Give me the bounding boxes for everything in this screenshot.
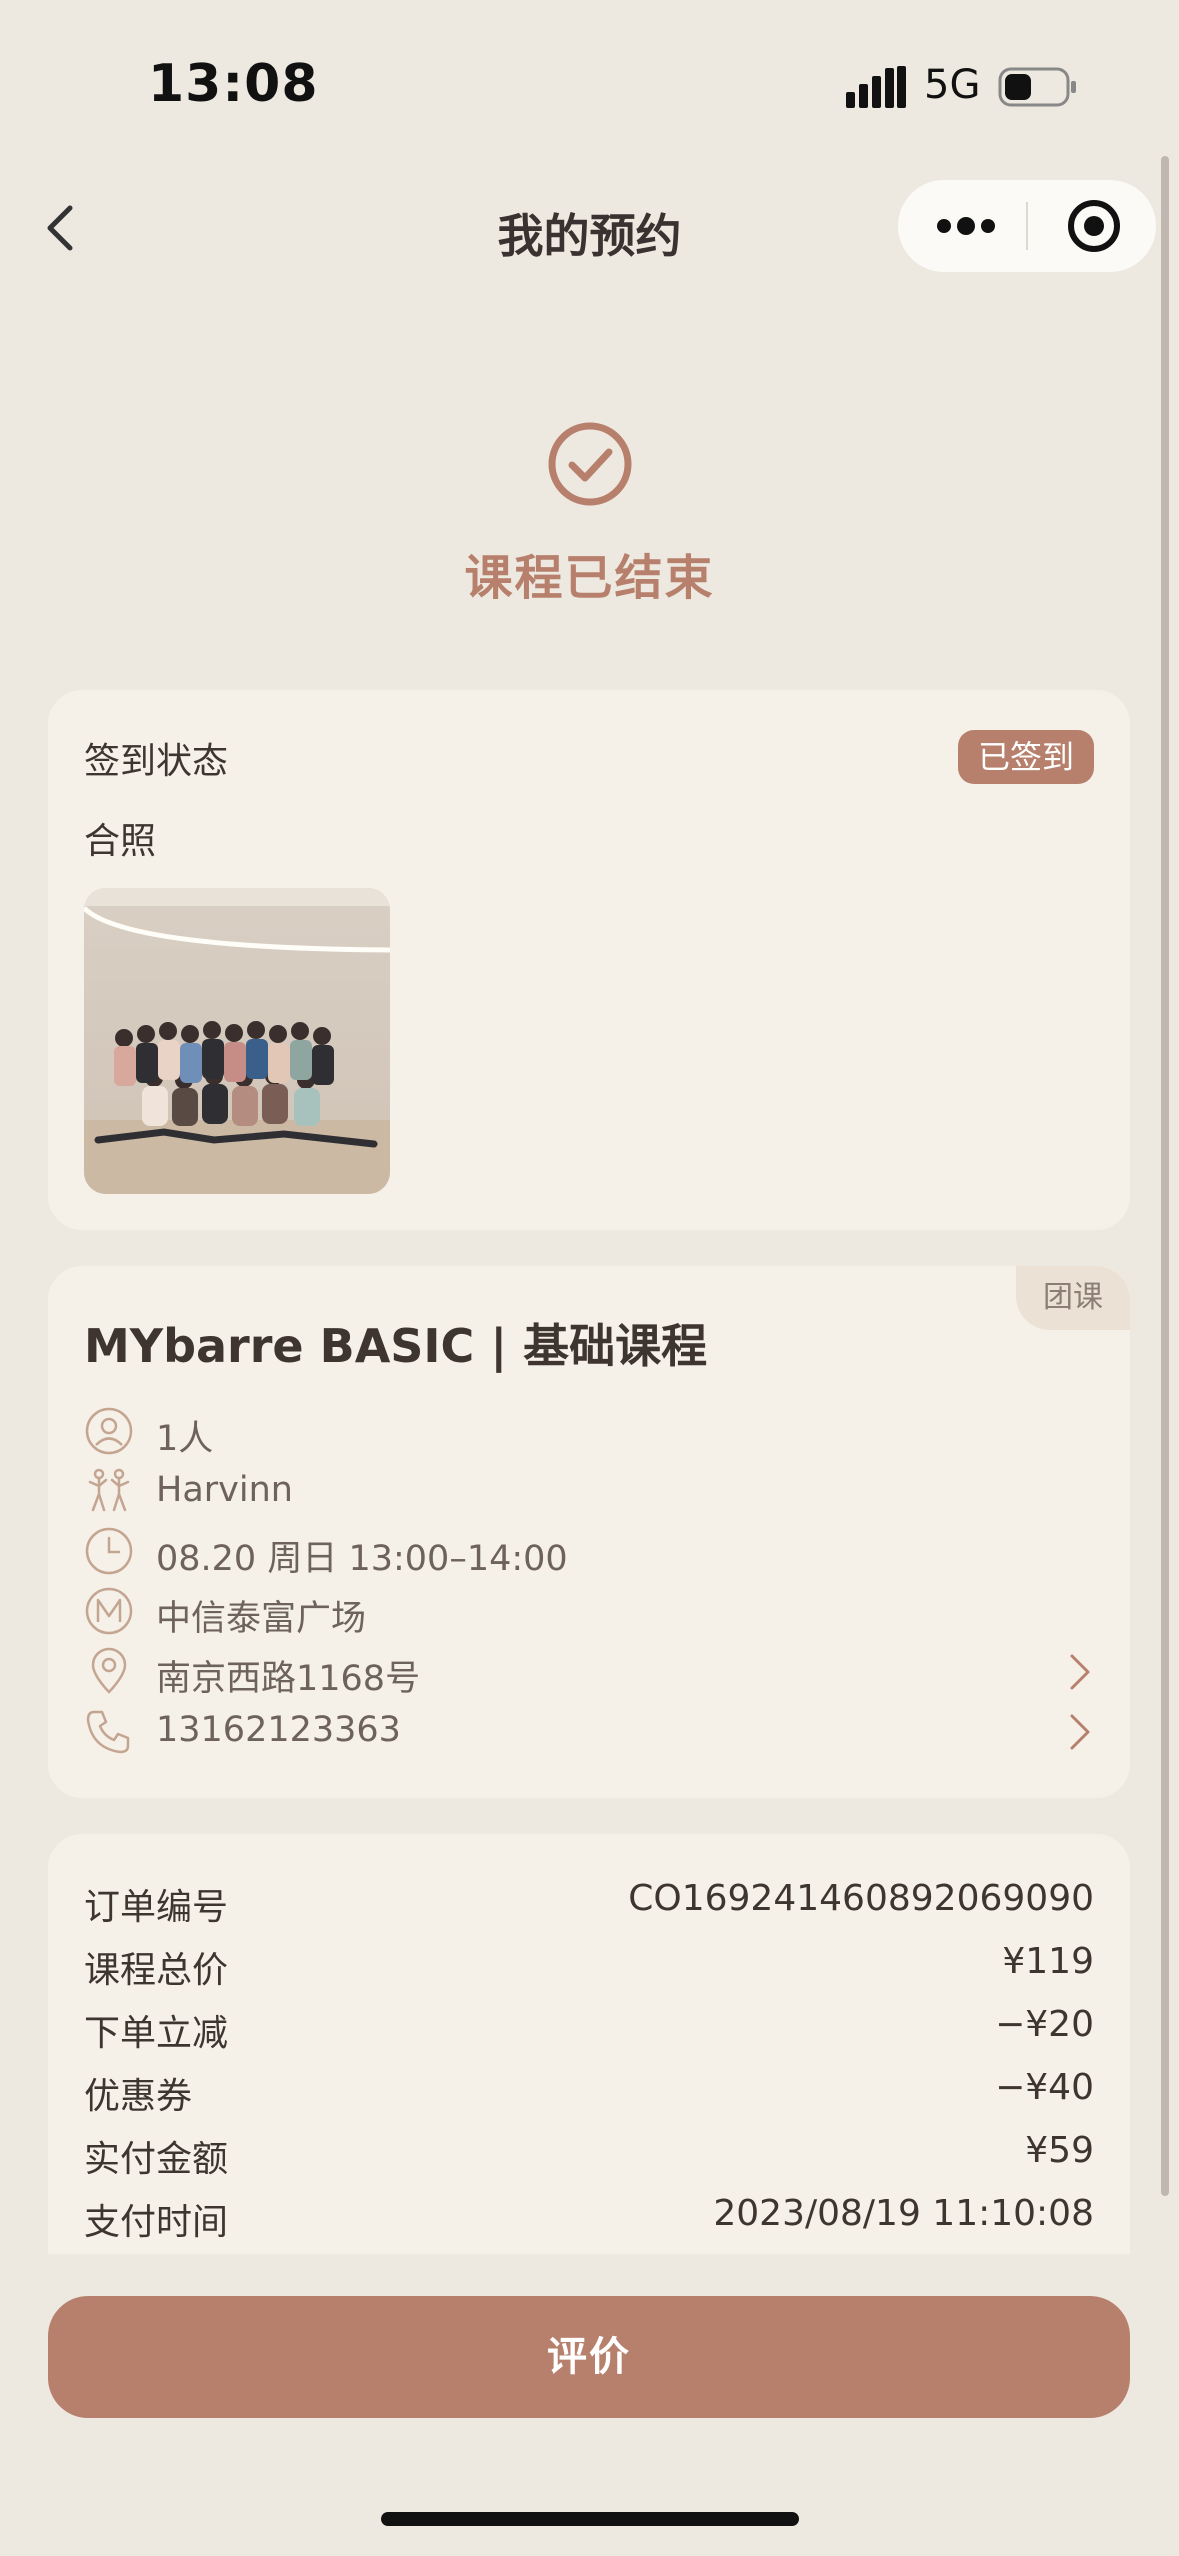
miniprogram-capsule (898, 180, 1156, 272)
phone-icon (86, 1710, 130, 1754)
chevron-right-icon (1070, 1654, 1090, 1690)
venue-row: 中信泰富广场 (84, 1586, 1094, 1639)
paid-amount-row: 实付金额 ¥59 (84, 2130, 1094, 2182)
checkin-card: 签到状态 已签到 合照 (48, 690, 1130, 1230)
evaluate-button[interactable]: 评价 (48, 2296, 1130, 2418)
check-circle-icon (548, 422, 631, 506)
instant-discount-row: 下单立减 −¥20 (84, 2004, 1094, 2056)
order-row-value: −¥40 (995, 2067, 1094, 2108)
coach-icon (88, 1468, 130, 1512)
group-photo[interactable] (84, 888, 390, 1194)
course-card: 团课 MYbarre BASIC | 基础课程 1人 Harvinn 08.20… (48, 1266, 1130, 1798)
order-row-label: 优惠券 (84, 2076, 193, 2117)
people-row: 1人 (84, 1406, 1094, 1459)
order-card: 订单编号 CO1692414608920690​90 课程总价 ¥119 下单立… (48, 1834, 1130, 2254)
order-row-value: ¥119 (1002, 1941, 1094, 1982)
clock-icon (85, 1527, 133, 1575)
people-count: 1人 (156, 1419, 214, 1459)
location-pin-icon (91, 1647, 127, 1694)
venue-name: 中信泰富广场 (156, 1599, 367, 1639)
order-row-label: 下单立减 (84, 2013, 229, 2054)
capsule-divider (1026, 202, 1028, 250)
course-status-text: 课程已结束 (464, 550, 715, 606)
coupon-row: 优惠券 −¥40 (84, 2067, 1094, 2119)
close-target-icon[interactable] (1066, 198, 1122, 254)
time-row: 08.20 周日 13:00–14:00 (84, 1526, 1094, 1579)
network-type: 5G (924, 62, 981, 108)
more-icon[interactable] (936, 208, 996, 244)
nav-bar: 我的预约 (0, 170, 1179, 286)
address-text: 南京西路1168号 (156, 1659, 421, 1699)
venue-logo-icon (85, 1587, 133, 1635)
course-type-tag: 团课 (1016, 1266, 1130, 1330)
person-icon (85, 1407, 133, 1455)
class-time: 08.20 周日 13:00–14:00 (156, 1539, 568, 1579)
chevron-right-icon (1070, 1714, 1090, 1750)
status-hero: 课程已结束 (0, 420, 1179, 608)
total-price-row: 课程总价 ¥119 (84, 1941, 1094, 1993)
order-row-label: 订单编号 (84, 1887, 229, 1928)
coach-name: Harvinn (156, 1470, 293, 1510)
checkin-status-label: 签到状态 (84, 741, 229, 782)
course-title: MYbarre BASIC | 基础课程 (84, 1319, 708, 1373)
signal-icon (846, 66, 906, 108)
status-badge: 已签到 (957, 730, 1094, 784)
order-row-value: 2023/08/19 11:10:08 (713, 2193, 1094, 2234)
home-indicator[interactable] (381, 2512, 799, 2526)
phone-row[interactable]: 13162123363 (84, 1706, 1094, 1756)
order-row-value: ¥59 (1025, 2130, 1094, 2171)
order-row-value: CO1692414608920690​90 (628, 1878, 1094, 1919)
order-row-label: 实付金额 (84, 2139, 229, 2180)
address-row[interactable]: 南京西路1168号 (84, 1646, 1094, 1699)
status-time: 13:08 (148, 54, 319, 114)
coach-row: Harvinn (84, 1466, 1094, 1516)
order-row-label: 支付时间 (84, 2202, 229, 2243)
order-row-value: −¥20 (995, 2004, 1094, 2045)
status-bar: 13:08 5G (0, 0, 1179, 170)
battery-icon (998, 67, 1076, 107)
payment-time-row: 支付时间 2023/08/19 11:10:08 (84, 2193, 1094, 2245)
group-photo-label: 合照 (84, 821, 157, 862)
order-number-row: 订单编号 CO1692414608920690​90 (84, 1878, 1094, 1930)
phone-number: 13162123363 (156, 1710, 401, 1750)
order-row-label: 课程总价 (84, 1950, 229, 1991)
